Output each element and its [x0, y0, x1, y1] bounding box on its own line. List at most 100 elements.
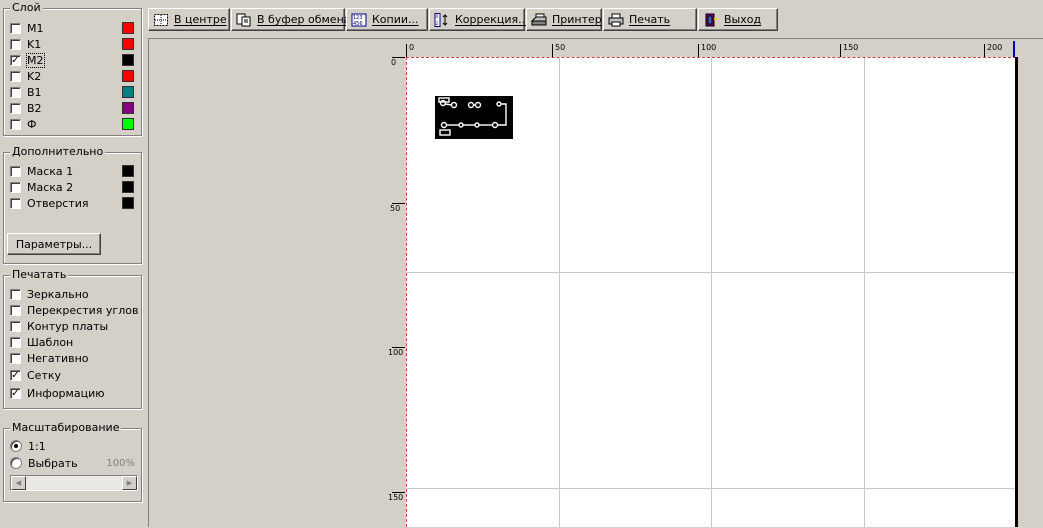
layer-k2-checkbox[interactable] — [10, 70, 21, 82]
info-row[interactable]: Информацию — [10, 386, 138, 400]
negative-checkbox[interactable] — [10, 352, 21, 364]
layer-m1-row[interactable]: M1 — [10, 21, 138, 35]
layer-k1-color-swatch[interactable] — [122, 38, 134, 50]
params-button[interactable]: Параметры... — [7, 233, 101, 255]
scale-1to1-radio[interactable] — [10, 440, 22, 452]
layer-m1-checkbox[interactable] — [10, 22, 21, 34]
ruler-top-label-50: 50 — [555, 43, 566, 52]
svg-text:2: 2 — [436, 21, 439, 26]
scale-1to1-row[interactable]: 1:1 — [10, 439, 138, 453]
print-button[interactable]: Печать — [603, 8, 697, 31]
mirror-row[interactable]: Зеркально — [10, 287, 138, 301]
mask1-color-swatch[interactable] — [122, 165, 134, 177]
clipboard-button[interactable]: В буфер обмена — [231, 8, 351, 31]
ruler-top-marker — [1013, 41, 1015, 57]
scale-percent: 100% — [106, 458, 135, 469]
template-checkbox[interactable] — [10, 336, 21, 348]
scroll-left-icon[interactable]: ◀ — [11, 476, 26, 490]
correction-icon: 0 2 — [434, 12, 448, 27]
exit-door-icon — [705, 13, 717, 26]
print-icon — [608, 13, 624, 26]
layer-m2-row[interactable]: M2 — [10, 52, 138, 68]
mask1-label: Маска 1 — [27, 164, 74, 178]
layer-f-label: Ф — [27, 117, 37, 131]
template-row[interactable]: Шаблон — [10, 335, 138, 349]
holes-color-swatch[interactable] — [122, 197, 134, 209]
toolbar: В центре В буфер обмена 123 456 Копии...… — [148, 0, 1043, 38]
corner-marks-row[interactable]: Перекрестия углов — [10, 303, 138, 317]
corner-marks-checkbox[interactable] — [10, 304, 21, 316]
layer-b2-row[interactable]: B2 — [10, 101, 138, 115]
exit-button-label: Выход — [724, 13, 762, 26]
correction-button-label: Коррекция... — [455, 13, 529, 26]
extra-group: Дополнительно Маска 1 Маска 2 Отверстия … — [3, 145, 142, 264]
ruler-left-label-0: 0 — [391, 58, 397, 67]
printer-button[interactable]: Принтер — [526, 8, 602, 31]
scale-slider[interactable]: ◀ ▶ — [10, 475, 138, 491]
layer-k1-row[interactable]: K1 — [10, 37, 138, 51]
printer-button-label: Принтер — [552, 13, 602, 26]
layer-b2-color-swatch[interactable] — [122, 102, 134, 114]
mask1-row[interactable]: Маска 1 — [10, 164, 138, 178]
layer-b1-checkbox[interactable] — [10, 86, 21, 98]
layer-k2-row[interactable]: K2 — [10, 69, 138, 83]
ruler-top-label-200: 200 — [987, 43, 1003, 52]
layer-k1-label: K1 — [27, 37, 42, 51]
mask2-checkbox[interactable] — [10, 181, 21, 193]
ruler-top-label-150: 150 — [843, 43, 859, 52]
mask1-checkbox[interactable] — [10, 165, 21, 177]
grid-checkbox[interactable] — [10, 369, 21, 381]
board-outline-checkbox[interactable] — [10, 320, 21, 332]
grid-row[interactable]: Сетку — [10, 368, 138, 382]
pcb-layout-preview — [435, 96, 513, 139]
clipboard-icon — [236, 13, 251, 26]
board-outline-row[interactable]: Контур платы — [10, 319, 138, 333]
scale-choose-radio[interactable] — [10, 457, 22, 469]
grid-label: Сетку — [27, 368, 62, 382]
mask2-label: Маска 2 — [27, 180, 74, 194]
holes-row[interactable]: Отверстия — [10, 196, 138, 210]
layer-k2-color-swatch[interactable] — [122, 70, 134, 82]
mask2-row[interactable]: Маска 2 — [10, 180, 138, 194]
ruler-top-label-100: 100 — [701, 43, 717, 52]
svg-text:0: 0 — [436, 14, 439, 19]
layer-b1-row[interactable]: B1 — [10, 85, 138, 99]
correction-button[interactable]: 0 2 Коррекция... — [429, 8, 529, 31]
mirror-label: Зеркально — [27, 287, 89, 301]
layer-f-row[interactable]: Ф — [10, 117, 138, 131]
extra-group-title: Дополнительно — [10, 145, 106, 159]
corner-marks-label: Перекрестия углов — [27, 303, 139, 317]
printer-setup-icon — [531, 13, 547, 25]
ruler-left-label-150: 150 — [388, 493, 404, 502]
center-icon — [154, 13, 168, 26]
holes-checkbox[interactable] — [10, 197, 21, 209]
layer-m1-label: M1 — [27, 21, 44, 35]
top-ruler: 0 50 100 150 200 — [406, 41, 1016, 57]
scale-1to1-label: 1:1 — [28, 439, 46, 453]
grid-line-h2 — [407, 488, 1017, 489]
left-ruler: 0 50 100 150 — [388, 57, 406, 527]
negative-label: Негативно — [27, 351, 89, 365]
layer-b1-color-swatch[interactable] — [122, 86, 134, 98]
layer-m2-label: M2 — [26, 52, 45, 68]
mirror-checkbox[interactable] — [10, 288, 21, 300]
copies-button[interactable]: 123 456 Копии... — [346, 8, 428, 31]
print-page[interactable] — [406, 57, 1017, 528]
layer-b2-checkbox[interactable] — [10, 102, 21, 114]
scale-choose-label: Выбрать — [28, 456, 78, 470]
center-button[interactable]: В центре — [148, 8, 230, 31]
layer-m2-checkbox[interactable] — [10, 54, 21, 66]
mask2-color-swatch[interactable] — [122, 181, 134, 193]
layer-k1-checkbox[interactable] — [10, 38, 21, 50]
layer-m2-color-swatch[interactable] — [122, 54, 134, 66]
scale-group: Масштабирование 1:1 Выбрать 100% ◀ ▶ — [3, 421, 142, 502]
holes-label: Отверстия — [27, 196, 89, 210]
info-checkbox[interactable] — [10, 387, 21, 399]
exit-button[interactable]: Выход — [698, 8, 778, 31]
ruler-top-label-0: 0 — [409, 43, 415, 52]
layer-f-color-swatch[interactable] — [122, 118, 134, 130]
layer-f-checkbox[interactable] — [10, 118, 21, 130]
negative-row[interactable]: Негативно — [10, 351, 138, 365]
scroll-right-icon[interactable]: ▶ — [122, 476, 137, 490]
layer-m1-color-swatch[interactable] — [122, 22, 134, 34]
